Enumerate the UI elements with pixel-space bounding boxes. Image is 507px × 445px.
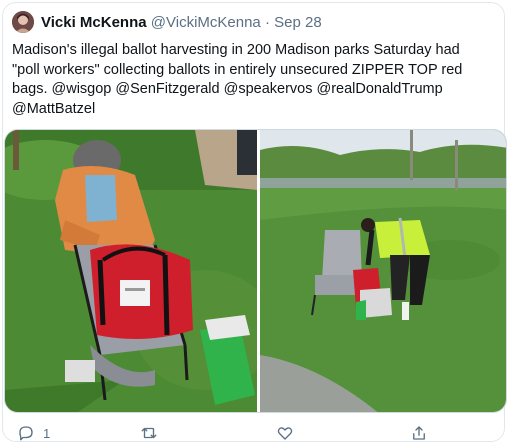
avatar[interactable] bbox=[12, 11, 34, 33]
tweet-text-line: "poll workers" collecting ballots in ent… bbox=[12, 61, 463, 78]
tweet-text-line: @MattBatzel bbox=[12, 100, 96, 117]
photo-right[interactable] bbox=[260, 130, 506, 412]
separator: · bbox=[264, 14, 270, 31]
retweet-icon bbox=[141, 427, 157, 439]
tweet-header: Vicki McKenna @VickiMcKenna · Sep 28 bbox=[41, 14, 322, 32]
reply-count: 1 bbox=[43, 425, 51, 441]
heart-icon bbox=[277, 427, 293, 440]
like-button[interactable] bbox=[276, 421, 294, 445]
reply-button[interactable]: 1 bbox=[17, 421, 50, 445]
photo-left[interactable] bbox=[5, 130, 257, 412]
photo-grid bbox=[4, 129, 507, 413]
tweet-text-line: bags. @wisgop @SenFitzgerald @speakervos… bbox=[12, 81, 443, 97]
author-name[interactable]: Vicki McKenna bbox=[41, 14, 147, 31]
share-button[interactable] bbox=[410, 421, 428, 445]
tweet-actions: 1 bbox=[3, 421, 506, 445]
reply-icon bbox=[19, 426, 33, 441]
tweet-text-line: Madison's illegal ballot harvesting in 2… bbox=[12, 42, 460, 58]
tweet-date[interactable]: Sep 28 bbox=[274, 14, 322, 31]
retweet-button[interactable] bbox=[140, 421, 158, 445]
tweet-card[interactable]: Vicki McKenna @VickiMcKenna · Sep 28 Mad… bbox=[2, 2, 507, 445]
tweet-text: Madison's illegal ballot harvesting in 2… bbox=[12, 41, 496, 119]
author-handle[interactable]: @VickiMcKenna bbox=[151, 14, 261, 31]
share-icon bbox=[413, 426, 425, 440]
